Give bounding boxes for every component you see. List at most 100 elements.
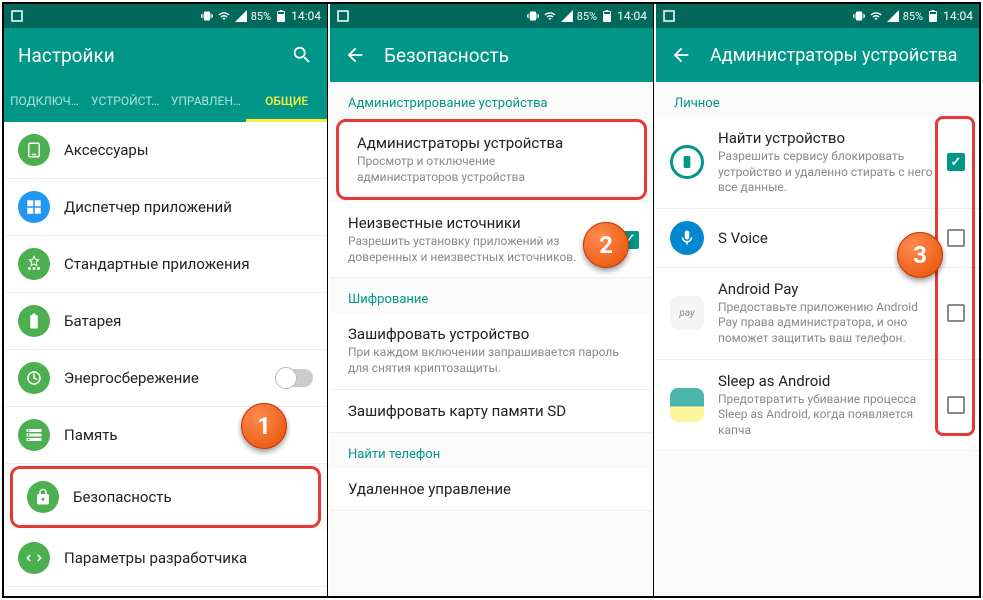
tab-bar: ПОДКЛЮЧ… УСТРОЙСТ… УПРАВЛЕН… ОБЩИЕ [4,82,327,122]
item-title: Sleep as Android [718,372,933,390]
find-device-icon [670,145,704,179]
item-app-manager[interactable]: Диспетчер приложений [4,179,327,236]
screen-device-admins: 85% 14:04 Администраторы устройства Личн… [656,4,979,596]
signal-icon [886,9,900,23]
item-remote-control[interactable]: Удаленное управление [330,468,653,511]
accessories-icon [18,134,50,166]
security-list: Администрирование устройства Администрат… [330,82,653,596]
battery-text: 85% [251,10,271,23]
checkbox[interactable] [947,153,965,171]
item-power-saving[interactable]: Энергосбережение [4,350,327,407]
clock-text: 14:04 [617,9,647,23]
item-label: Батарея [64,312,313,330]
app-bar: Безопасность [330,28,653,82]
item-title: Найти устройство [718,129,933,147]
item-title: Неизвестные источники [348,214,607,232]
item-storage[interactable]: Память 1 [4,407,327,464]
checkbox[interactable] [947,304,965,322]
screenshot-icon [10,9,24,23]
item-subtitle: Разрешить сервису блокировать устройство… [718,149,933,196]
checkbox[interactable] [947,229,965,247]
item-title: Android Pay [718,280,933,298]
tab-management[interactable]: УПРАВЛЕН… [166,82,247,122]
apps-icon [18,191,50,223]
page-title: Настройки [18,44,273,67]
callout-2: 2 [583,222,629,268]
item-default-apps[interactable]: Стандартные приложения [4,236,327,293]
section-admin: Администрирование устройства [330,82,653,117]
item-encrypt-device[interactable]: Зашифровать устройство При каждом включе… [330,313,653,389]
battery-icon [600,9,614,23]
item-label: Диспетчер приложений [64,198,313,216]
wifi-icon [217,9,231,23]
wifi-icon [543,9,557,23]
admin-item-sleep[interactable]: Sleep as Android Предотвратить убивание … [656,360,979,452]
item-label: Аксессуары [64,141,313,159]
back-icon[interactable] [344,44,366,66]
androidpay-icon: pay [670,296,704,330]
admins-list: Личное 3 Найти устройство Разрешить серв… [656,82,979,596]
power-toggle[interactable] [277,369,313,387]
vibrate-icon [526,9,540,23]
item-encrypt-sd[interactable]: Зашифровать карту памяти SD [330,390,653,433]
battery-text: 85% [903,10,923,23]
search-icon[interactable] [291,44,313,66]
screenshot-icon [336,9,350,23]
vibrate-icon [200,9,214,23]
item-about[interactable]: Об устройстве [4,587,327,596]
lock-icon [27,481,59,513]
status-bar: 85% 14:04 [330,4,653,28]
status-bar: 85% 14:04 [656,4,979,28]
item-title: Администраторы устройства [357,134,594,152]
page-title: Безопасность [384,44,639,67]
settings-list: Аксессуары Диспетчер приложений Стандарт… [4,122,327,596]
callout-1: 1 [241,403,287,449]
storage-icon [18,419,50,451]
signal-icon [234,9,248,23]
wifi-icon [869,9,883,23]
battery-icon [274,9,288,23]
app-bar: Настройки [4,28,327,82]
item-developer[interactable]: Параметры разработчика [4,530,327,587]
item-label: Безопасность [73,488,304,506]
item-subtitle: Предотвратить убивание процесса Sleep as… [718,392,933,439]
item-battery[interactable]: Батарея [4,293,327,350]
item-subtitle: Разрешить установку приложений из довере… [348,234,607,265]
developer-icon [18,542,50,574]
item-subtitle: Просмотр и отключение администраторов ус… [357,154,594,185]
section-personal: Личное [656,82,979,117]
item-device-admins[interactable]: Администраторы устройства Просмотр и отк… [336,119,647,200]
item-label: Стандартные приложения [64,255,313,273]
callout-3: 3 [897,232,943,278]
screen-security: 85% 14:04 Безопасность Администрирование… [330,4,654,596]
battery-text: 85% [577,10,597,23]
item-accessories[interactable]: Аксессуары [4,122,327,179]
screen-settings: 85% 14:04 Настройки ПОДКЛЮЧ… УСТРОЙСТ… У… [4,4,328,596]
battery-icon [18,305,50,337]
tab-connections[interactable]: ПОДКЛЮЧ… [4,82,85,122]
screenshot-icon [662,9,676,23]
svoice-icon [670,221,704,255]
item-security[interactable]: Безопасность [10,466,321,528]
item-title: Зашифровать карту памяти SD [348,402,639,420]
status-bar: 85% 14:04 [4,4,327,28]
power-icon [18,362,50,394]
admin-item-find-device[interactable]: Найти устройство Разрешить сервису блоки… [656,117,979,209]
clock-text: 14:04 [291,9,321,23]
page-title: Администраторы устройства [710,45,965,66]
section-find-phone: Найти телефон [330,433,653,468]
checkbox[interactable] [947,396,965,414]
tab-device[interactable]: УСТРОЙСТ… [85,82,166,122]
section-encryption: Шифрование [330,278,653,313]
vibrate-icon [852,9,866,23]
tab-general[interactable]: ОБЩИЕ [246,82,327,122]
item-subtitle: При каждом включении запрашивается парол… [348,345,639,376]
item-label: Энергосбережение [64,369,263,387]
battery-icon [926,9,940,23]
admin-item-androidpay[interactable]: pay Android Pay Предоставьте приложению … [656,268,979,360]
app-bar: Администраторы устройства [656,28,979,82]
back-icon[interactable] [670,44,692,66]
default-apps-icon [18,248,50,280]
item-title: Удаленное управление [348,480,639,498]
clock-text: 14:04 [943,9,973,23]
